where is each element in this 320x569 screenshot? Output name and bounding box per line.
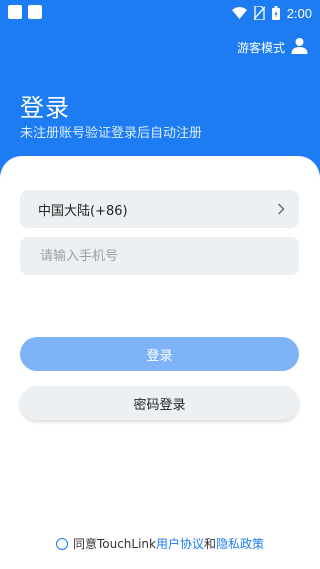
radio-unchecked-icon[interactable] [55,537,68,550]
page-title: 登录 [20,94,70,122]
region-selector[interactable]: 中国大陆(+86) [20,190,299,228]
guest-mode-label: 游客模式 [236,41,285,55]
guest-mode-button[interactable]: 游客模式 [237,37,308,58]
notification-icon [8,5,22,19]
chevron-right-icon [277,200,285,219]
status-bar: 2:00 [0,0,320,26]
no-sim-icon [253,6,265,20]
region-label: 中国大陆(+86) [38,203,128,219]
user-icon [291,37,308,58]
login-button[interactable]: 登录 [20,337,299,371]
phone-input[interactable] [38,247,281,265]
page-subtitle: 未注册账号验证登录后自动注册 [20,126,203,141]
agreement-prefix: 同意TouchLink [72,537,156,551]
notification-icon [28,5,42,19]
agreement-row: 同意TouchLink 用户协议 和 隐私政策 [0,535,320,552]
wifi-icon [231,7,247,19]
clock: 2:00 [286,5,312,21]
phone-field[interactable] [20,237,299,275]
user-agreement-link[interactable]: 用户协议 [156,535,204,552]
agreement-and: 和 [204,537,217,551]
privacy-policy-link[interactable]: 隐私政策 [216,535,264,552]
battery-icon [271,6,280,20]
password-login-button[interactable]: 密码登录 [20,386,299,420]
